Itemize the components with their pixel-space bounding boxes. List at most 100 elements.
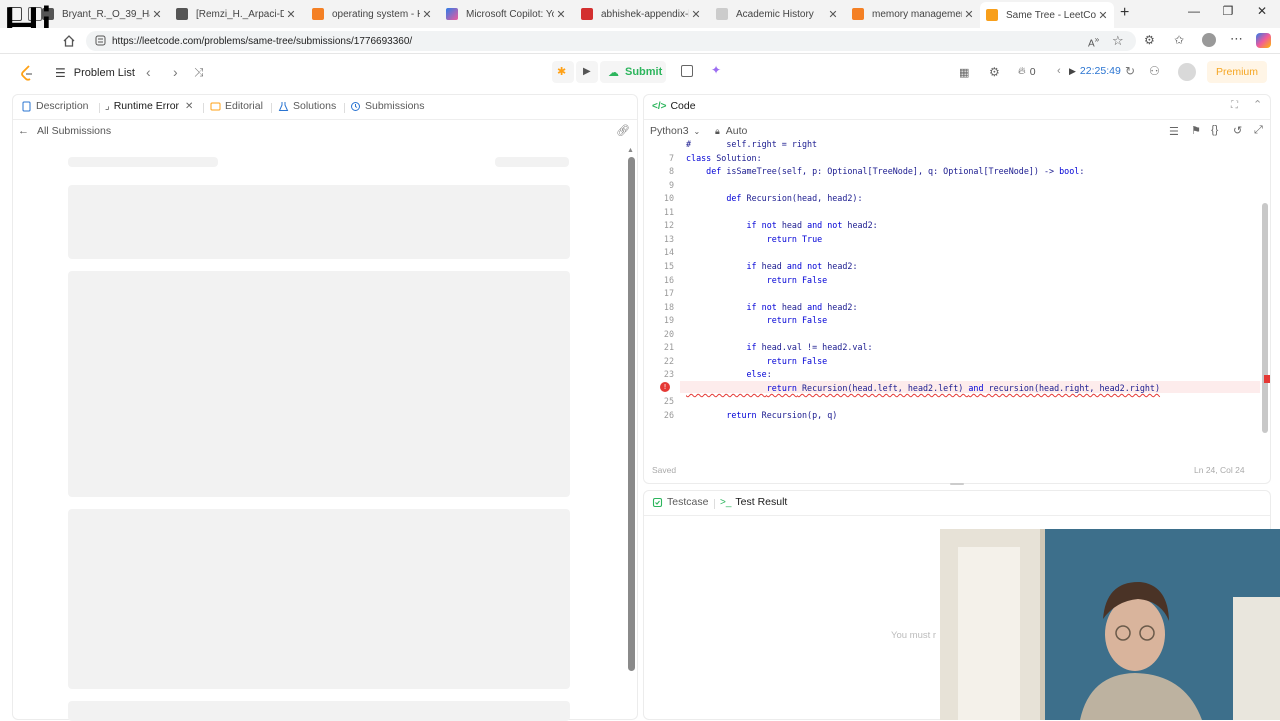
fire-icon: 🔥︎	[1018, 65, 1026, 77]
profile-avatar[interactable]	[1202, 33, 1216, 47]
browser-tab-2[interactable]: [Remzi_H._Arpaci-Duss ✕	[170, 3, 302, 25]
reset-code-icon[interactable]: ↺	[1233, 124, 1242, 137]
close-tab-icon[interactable]: ✕	[962, 8, 976, 21]
all-submissions-link[interactable]: ← All Submissions	[18, 125, 111, 137]
fullscreen-icon[interactable]: ⤢	[1254, 124, 1263, 137]
loading-skeleton	[495, 157, 569, 167]
timer-collapse-icon[interactable]: ‹	[1057, 65, 1061, 77]
favorite-star-icon[interactable]: ☆	[1112, 33, 1124, 49]
site-info-icon[interactable]	[95, 35, 106, 46]
tab-title: memory management	[872, 8, 962, 20]
run-button[interactable]: ▶	[576, 61, 598, 83]
code-line: # self.right = right	[686, 139, 818, 149]
tab-description[interactable]: Description	[21, 100, 89, 112]
tab-test-result[interactable]: >_ Test Result	[720, 496, 787, 508]
maximize-icon[interactable]: ⛶	[1231, 100, 1238, 111]
error-icon[interactable]: !	[660, 381, 670, 392]
close-tab-icon[interactable]: ✕	[185, 101, 193, 112]
close-tab-icon[interactable]: ✕	[826, 8, 840, 21]
timer[interactable]: ▶ 22:25:49	[1069, 65, 1121, 77]
browser-tab-7[interactable]: memory management ✕	[846, 3, 980, 25]
problem-list-button[interactable]: ☰ Problem List	[55, 66, 135, 80]
debug-button[interactable]: ✱	[552, 61, 574, 83]
tab-submissions[interactable]: Submissions	[350, 100, 425, 112]
leetcode-logo-icon[interactable]	[20, 65, 34, 81]
language-select[interactable]: Python3 ⌄	[650, 125, 700, 137]
line-number: 7	[668, 152, 674, 163]
close-tab-icon[interactable]: ✕	[1096, 9, 1110, 22]
tab-solutions[interactable]: Solutions	[278, 100, 336, 112]
line-number: 26	[663, 410, 674, 420]
submission-panel: Description ⌟ Runtime Error ✕ Editorial …	[12, 94, 638, 721]
copilot-icon[interactable]	[1256, 33, 1271, 48]
notes-icon[interactable]	[681, 65, 693, 77]
browser-tab-8-active[interactable]: Same Tree - LeetCode ✕	[980, 2, 1114, 28]
browser-tab-6[interactable]: Academic History ✕	[710, 3, 844, 25]
auto-mode-toggle[interactable]: 🔒︎ Auto	[715, 125, 747, 137]
format-lines-icon[interactable]: ☰	[1169, 125, 1179, 138]
code-panel-title: </> Code	[652, 100, 696, 112]
close-tab-icon[interactable]: ✕	[150, 8, 164, 21]
code-editor[interactable]: # self.right = right 7 class Solution: 8 de…	[644, 139, 1264, 439]
collapse-icon[interactable]: ⌃	[1253, 98, 1262, 111]
new-tab-icon[interactable]: +	[1120, 4, 1129, 22]
next-problem-icon[interactable]: ›	[173, 64, 178, 80]
line-number: 20	[663, 328, 674, 339]
editor-scrollbar[interactable]	[1262, 203, 1268, 433]
ai-sparkle-icon[interactable]: ✦	[711, 63, 721, 77]
extensions-icon[interactable]: ⚙	[1144, 33, 1155, 47]
timer-value: 22:25:49	[1079, 65, 1121, 77]
tab-runtime-error[interactable]: ⌟ Runtime Error ✕	[105, 100, 193, 112]
user-avatar[interactable]	[1178, 63, 1196, 81]
close-tab-icon[interactable]: ✕	[554, 8, 568, 21]
browser-tab-1[interactable]: Bryant_R._O_39_Hallan ✕	[36, 3, 168, 25]
cursor-position: Ln 24, Col 24	[1194, 465, 1245, 475]
line-number: 17	[663, 288, 674, 299]
streak-counter[interactable]: 🔥︎ 0	[1018, 65, 1036, 78]
cloud-upload-icon: ☁	[608, 66, 619, 79]
reset-timer-icon[interactable]: ↻	[1125, 64, 1135, 78]
code-line: return False	[766, 315, 828, 326]
tab-testcase[interactable]: Testcase	[652, 496, 708, 508]
empty-result-hint: You must r	[891, 630, 937, 641]
layout-grid-icon[interactable]: ▦	[959, 66, 969, 79]
restore-icon[interactable]: ❐	[1218, 4, 1238, 18]
more-menu-icon[interactable]: ⋯	[1230, 31, 1243, 47]
close-tab-icon[interactable]: ✕	[420, 8, 434, 21]
line-number: 15	[663, 260, 674, 271]
browser-tab-3[interactable]: operating system - Ho ✕	[306, 3, 438, 25]
code-title: Code	[670, 100, 696, 112]
braces-icon[interactable]: {}	[1211, 124, 1218, 136]
bookmark-icon[interactable]: ⚑	[1191, 124, 1201, 137]
resize-handle[interactable]	[950, 483, 964, 485]
code-line: class Solution:	[686, 152, 762, 163]
scroll-up-arrow[interactable]: ▲	[627, 147, 634, 154]
tab-title: [Remzi_H._Arpaci-Duss	[196, 8, 284, 20]
tab-editorial[interactable]: Editorial	[210, 100, 263, 112]
minimize-icon[interactable]: —	[1184, 4, 1204, 18]
code-line: else:	[746, 369, 772, 380]
read-aloud-icon[interactable]: A»	[1088, 34, 1099, 49]
close-window-icon[interactable]: ✕	[1252, 4, 1272, 18]
tab-divider	[271, 103, 272, 113]
line-number: 11	[663, 206, 674, 217]
share-link-icon[interactable]: 🔗︎	[616, 124, 630, 137]
browser-tab-5[interactable]: abhishek-appendix-l.p ✕	[575, 3, 707, 25]
close-tab-icon[interactable]: ✕	[284, 8, 298, 21]
previous-problem-icon[interactable]: ‹	[146, 64, 151, 80]
bug-icon: ✱	[557, 66, 567, 78]
submit-button[interactable]: ☁ Submit	[600, 61, 666, 83]
close-tab-icon[interactable]: ✕	[689, 8, 703, 21]
all-submissions-label: All Submissions	[37, 125, 112, 137]
url-field[interactable]: https://leetcode.com/problems/same-tree/…	[86, 31, 1136, 51]
mode-label: Auto	[725, 125, 748, 137]
home-icon[interactable]	[62, 34, 76, 48]
favorites-icon[interactable]: ✩	[1174, 33, 1184, 47]
settings-gear-icon[interactable]: ⚙	[989, 65, 1000, 79]
browser-tab-4[interactable]: Microsoft Copilot: You ✕	[440, 3, 572, 25]
add-friend-icon[interactable]: ⚇	[1149, 64, 1160, 78]
premium-button[interactable]: Premium	[1207, 61, 1267, 83]
scrollbar-thumb[interactable]	[628, 157, 635, 671]
line-number: 21	[663, 342, 674, 353]
shuffle-icon[interactable]: ⤨	[194, 65, 204, 80]
